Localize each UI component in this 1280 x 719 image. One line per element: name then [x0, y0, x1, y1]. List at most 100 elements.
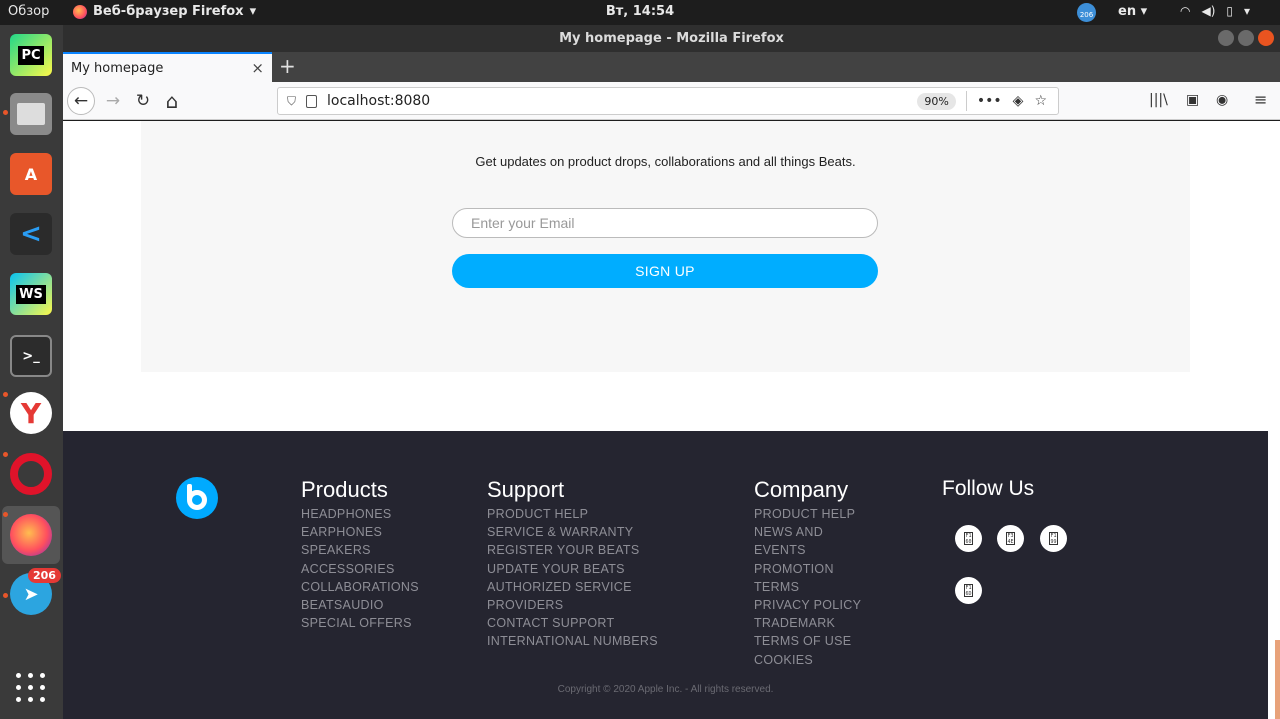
- telegram-unread-badge: 206: [28, 568, 61, 583]
- reload-button[interactable]: ↻: [129, 87, 157, 115]
- footer-link[interactable]: REGISTER YOUR BEATS: [487, 541, 658, 559]
- site-footer: Products HEADPHONES EARPHONES SPEAKERS A…: [63, 431, 1268, 719]
- footer-link[interactable]: PROMOTION: [754, 560, 861, 578]
- footer-support-column: Support PRODUCT HELP SERVICE & WARRANTY …: [487, 477, 658, 651]
- files-icon[interactable]: [10, 93, 52, 135]
- url-bar[interactable]: ⛉ localhost:8080 90% ••• ◈ ☆: [277, 87, 1059, 115]
- home-button[interactable]: ⌂: [158, 87, 186, 115]
- close-window-button[interactable]: [1258, 30, 1274, 46]
- footer-link[interactable]: TRADEMARK: [754, 614, 861, 632]
- newsletter-text: Get updates on product drops, collaborat…: [475, 154, 856, 169]
- footer-follow-title: Follow Us: [942, 477, 1035, 500]
- footer-company-column: Company PRODUCT HELP NEWS AND EVENTS PRO…: [754, 477, 861, 669]
- system-tray[interactable]: ◠ ◀) ▯ ▾: [1180, 4, 1250, 18]
- webstorm-icon[interactable]: WS: [10, 273, 52, 315]
- footer-link[interactable]: PRODUCT HELP: [754, 505, 861, 523]
- wifi-icon[interactable]: ◠: [1180, 4, 1190, 18]
- library-icon[interactable]: |||\: [1149, 92, 1168, 108]
- footer-link[interactable]: COLLABORATIONS: [301, 578, 419, 596]
- missing-glyph-icon: F1 99: [1049, 532, 1058, 545]
- footer-link[interactable]: AUTHORIZED SERVICE: [487, 578, 658, 596]
- pocket-icon[interactable]: ◈: [1013, 93, 1024, 109]
- footer-link[interactable]: HEADPHONES: [301, 505, 419, 523]
- yandex-browser-icon[interactable]: Y: [10, 392, 52, 434]
- power-menu-icon[interactable]: ▾: [1244, 4, 1250, 18]
- footer-link[interactable]: SERVICE & WARRANTY: [487, 523, 658, 541]
- sign-up-button[interactable]: SIGN UP: [452, 254, 878, 288]
- copyright-text: Copyright © 2020 Apple Inc. - All rights…: [557, 684, 774, 695]
- footer-products-title: Products: [301, 477, 388, 502]
- footer-link[interactable]: EARPHONES: [301, 523, 419, 541]
- software-center-icon[interactable]: A: [10, 153, 52, 195]
- update-badge-icon[interactable]: 206: [1077, 3, 1096, 22]
- running-indicator: [3, 110, 8, 115]
- social-icon-2[interactable]: F3 4E: [997, 525, 1024, 552]
- footer-link[interactable]: COOKIES: [754, 651, 861, 669]
- battery-icon[interactable]: ▯: [1226, 4, 1233, 18]
- vscode-icon[interactable]: <: [10, 213, 52, 255]
- opera-icon[interactable]: [10, 453, 52, 495]
- tab-strip: My homepage × +: [63, 52, 1280, 82]
- footer-link[interactable]: TERMS OF USE: [754, 632, 861, 650]
- navigation-toolbar: ← → ↻ ⌂ ⛉ localhost:8080 90% ••• ◈ ☆ |||…: [63, 82, 1280, 120]
- running-indicator: [3, 392, 8, 397]
- page-info-icon[interactable]: [306, 94, 318, 108]
- tab-my-homepage[interactable]: My homepage ×: [63, 52, 272, 82]
- close-tab-icon[interactable]: ×: [251, 59, 264, 77]
- beats-logo[interactable]: [176, 477, 218, 519]
- minimize-button[interactable]: [1218, 30, 1234, 46]
- footer-company-title: Company: [754, 477, 849, 502]
- hamburger-menu-icon[interactable]: ≡: [1254, 90, 1267, 109]
- window-title: My homepage - Mozilla Firefox: [559, 31, 784, 46]
- footer-link[interactable]: BEATSAUDIO: [301, 596, 419, 614]
- newsletter-section: Get updates on product drops, collaborat…: [141, 121, 1190, 372]
- dock: PC A < WS >_ Y ➤ 206: [0, 25, 63, 719]
- missing-glyph-icon: F1 6D: [964, 584, 973, 597]
- footer-link[interactable]: ACCESSORIES: [301, 560, 419, 578]
- scrollbar-track[interactable]: [1268, 121, 1280, 719]
- account-icon[interactable]: ◉: [1216, 92, 1228, 108]
- back-button[interactable]: ←: [67, 87, 95, 115]
- keyboard-layout-menu[interactable]: en ▾: [1118, 4, 1147, 19]
- bookmark-star-icon[interactable]: ☆: [1034, 93, 1047, 109]
- show-applications-icon[interactable]: [16, 673, 46, 703]
- maximize-button[interactable]: [1238, 30, 1254, 46]
- social-icon-4[interactable]: F1 6D: [955, 577, 982, 604]
- sidebar-icon[interactable]: ▣: [1186, 92, 1199, 108]
- footer-products-column: Products HEADPHONES EARPHONES SPEAKERS A…: [301, 477, 419, 632]
- firefox-icon[interactable]: [10, 514, 52, 556]
- footer-link[interactable]: TERMS: [754, 578, 861, 596]
- footer-link[interactable]: NEWS AND: [754, 523, 861, 541]
- running-indicator: [3, 512, 8, 517]
- social-icon-3[interactable]: F1 99: [1040, 525, 1067, 552]
- window-controls: [1218, 30, 1274, 46]
- divider: [965, 91, 967, 111]
- social-icon-1[interactable]: F1 60: [955, 525, 982, 552]
- footer-link[interactable]: PRODUCT HELP: [487, 505, 658, 523]
- footer-link[interactable]: CONTACT SUPPORT: [487, 614, 658, 632]
- new-tab-button[interactable]: +: [279, 54, 296, 78]
- footer-link[interactable]: UPDATE YOUR BEATS: [487, 560, 658, 578]
- system-top-bar: Обзор Веб-браузер Firefox ▾ Вт, 14:54 20…: [0, 0, 1280, 25]
- footer-link[interactable]: INTERNATIONAL NUMBERS: [487, 632, 658, 650]
- footer-link[interactable]: EVENTS: [754, 541, 861, 559]
- missing-glyph-icon: F1 60: [964, 532, 973, 545]
- email-field[interactable]: [452, 208, 878, 238]
- footer-link[interactable]: SPECIAL OFFERS: [301, 614, 419, 632]
- footer-link[interactable]: PROVIDERS: [487, 596, 658, 614]
- pycharm-icon[interactable]: PC: [10, 34, 52, 76]
- running-indicator: [3, 452, 8, 457]
- forward-button[interactable]: →: [99, 87, 127, 115]
- page-actions-icon[interactable]: •••: [977, 93, 1002, 109]
- footer-link[interactable]: PRIVACY POLICY: [754, 596, 861, 614]
- url-text[interactable]: localhost:8080: [327, 93, 917, 109]
- footer-follow-column: Follow Us F1 60 F3 4E F1 99 F1 6D: [942, 477, 1142, 604]
- missing-glyph-icon: F3 4E: [1006, 532, 1015, 545]
- terminal-icon[interactable]: >_: [10, 335, 52, 377]
- footer-link[interactable]: SPEAKERS: [301, 541, 419, 559]
- volume-icon[interactable]: ◀): [1201, 4, 1215, 18]
- zoom-level-badge[interactable]: 90%: [917, 92, 956, 110]
- tracking-protection-icon[interactable]: ⛉: [287, 94, 296, 109]
- window-titlebar: My homepage - Mozilla Firefox: [63, 25, 1280, 52]
- scrollbar-thumb[interactable]: [1275, 640, 1280, 719]
